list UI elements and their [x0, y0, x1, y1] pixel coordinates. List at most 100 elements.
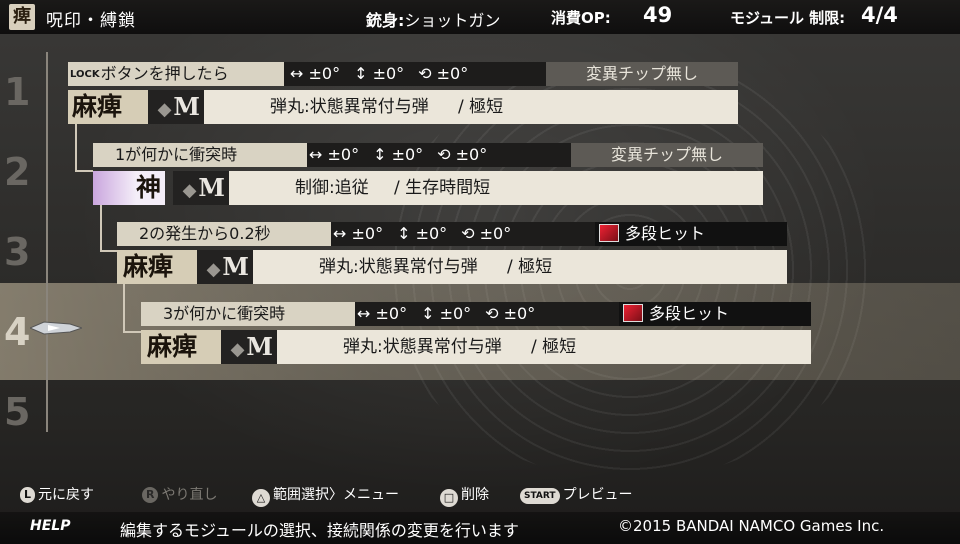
module-row-2[interactable]: 1が何かに衝突時 ↔ ±0° ↕ ±0° ⟲ ±0° 変異チップ無し 神 ◆M 制御… [93, 143, 763, 205]
bullet-type: 弾丸:状態異常付与弾 [319, 257, 478, 277]
l-button-icon: L [20, 487, 36, 503]
start-button-icon: START [520, 488, 560, 504]
mutation-chip[interactable]: 多段ヒット [619, 302, 811, 326]
bullet-grade: ◆M [173, 171, 229, 205]
horizontal-angle: ↔ ±0° [309, 145, 360, 164]
multi-hit-chip-icon [599, 224, 619, 242]
triangle-button-icon: △ [252, 489, 270, 507]
row-number-5[interactable]: 5 [4, 390, 30, 434]
hint-delete-label: 削除 [461, 487, 489, 503]
module-limit-label: モジュール 制限: [730, 9, 846, 27]
bullet-name: 神 [93, 171, 165, 205]
page-title: 呪印・縛鎖 [46, 11, 136, 31]
bullet-type: 制御:追従 [295, 178, 369, 198]
bullet-range: / 極短 [507, 257, 553, 277]
row-number-1[interactable]: 1 [4, 70, 30, 114]
connector-2-3-h [100, 250, 118, 252]
connector-3-4 [123, 281, 125, 333]
mutation-chip[interactable]: 変異チップ無し [546, 62, 738, 86]
trigger-condition[interactable]: 3が何かに衝突時 [141, 302, 355, 326]
r-button-icon: R [142, 487, 159, 503]
hint-preview[interactable]: START プレビュー [520, 484, 633, 504]
diamond-icon: ◆ [182, 180, 197, 201]
help-text: 編集するモジュールの選択、接続関係の変更を行います [120, 521, 519, 540]
horizontal-angle: ↔ ±0° [333, 224, 384, 243]
bullet-name: 麻痺 [117, 250, 199, 284]
connector-3-4-h [123, 331, 141, 333]
mutation-chip[interactable]: 変異チップ無し [571, 143, 763, 167]
bullet-grade: ◆M [197, 250, 253, 284]
connector-1-2-h [75, 170, 93, 172]
copyright: ©2015 BANDAI NAMCO Games Inc. [618, 517, 885, 535]
weapon-info: 銃身:ショットガン [366, 7, 500, 31]
trigger-condition[interactable]: 1が何かに衝突時 [93, 143, 307, 167]
vertical-angle: ↕ ±0° [354, 64, 405, 83]
trigger-condition[interactable]: 2の発生から0.2秒 [117, 222, 331, 246]
grade-letter: M [222, 252, 249, 281]
hint-undo-label: 元に戻す [38, 487, 95, 503]
row-rail [46, 52, 48, 432]
chip-label: 多段ヒット [649, 304, 730, 323]
rotation-angle: ⟲ ±0° [437, 145, 488, 164]
diamond-icon: ◆ [157, 99, 172, 120]
multi-hit-chip-icon [623, 304, 643, 322]
angle-settings[interactable]: ↔ ±0° ↕ ±0° ⟲ ±0° [355, 302, 619, 326]
row-number-2[interactable]: 2 [4, 150, 30, 194]
weapon-label: 銃身: [366, 11, 405, 30]
vertical-angle: ↕ ±0° [373, 145, 424, 164]
bullet-type: 弾丸:状態異常付与弾 [270, 97, 429, 117]
grade-letter: M [198, 173, 225, 202]
diamond-icon: ◆ [206, 259, 221, 280]
bullet-module[interactable]: 神 ◆M 制御:追従 / 生存時間短 [93, 171, 763, 205]
bullet-type: 弾丸:状態異常付与弾 [343, 337, 502, 357]
bullet-name: 麻痺 [68, 90, 148, 124]
angle-settings[interactable]: ↔ ±0° ↕ ±0° ⟲ ±0° [284, 62, 546, 86]
module-row-4[interactable]: 3が何かに衝突時 ↔ ±0° ↕ ±0° ⟲ ±0° 多段ヒット 麻痺 ◆M 弾丸:… [141, 302, 811, 364]
bullet-module[interactable]: 麻痺 ◆M 弾丸:状態異常付与弾 / 極短 [117, 250, 787, 284]
header-bar: 痺 呪印・縛鎖 銃身:ショットガン 消費OP: 49 モジュール 制限: 4/4 [0, 0, 960, 34]
hint-preview-label: プレビュー [562, 487, 633, 503]
connector-2-3 [100, 200, 102, 252]
help-label: HELP [30, 518, 71, 534]
bullet-module[interactable]: 麻痺 ◆M 弾丸:状態異常付与弾 / 極短 [68, 90, 738, 124]
module-row-1[interactable]: LOCKボタンを押したら ↔ ±0° ↕ ±0° ⟲ ±0° 変異チップ無し 麻痺 … [68, 62, 738, 124]
bullet-range: / 極短 [531, 337, 577, 357]
bullet-range: / 極短 [458, 97, 504, 117]
bullet-module[interactable]: 麻痺 ◆M 弾丸:状態異常付与弾 / 極短 [141, 330, 811, 364]
bullet-name: 麻痺 [141, 330, 223, 364]
bullet-description: 弾丸:状態異常付与弾 / 極短 [204, 90, 738, 124]
vertical-angle: ↕ ±0° [421, 304, 472, 323]
hint-range-select[interactable]: △ 範囲選択〉メニュー [252, 484, 399, 507]
angle-settings[interactable]: ↔ ±0° ↕ ±0° ⟲ ±0° [331, 222, 595, 246]
op-cost-value: 49 [643, 3, 673, 27]
help-bar: HELP 編集するモジュールの選択、接続関係の変更を行います ©2015 BAN… [0, 512, 960, 544]
hint-redo-label: やり直し [161, 487, 218, 503]
weapon-value: ショットガン [404, 11, 501, 30]
bullet-description: 制御:追従 / 生存時間短 [229, 171, 763, 205]
rotation-angle: ⟲ ±0° [418, 64, 469, 83]
bullet-description: 弾丸:状態異常付与弾 / 極短 [277, 330, 811, 364]
op-cost-label: 消費OP: [551, 9, 611, 27]
bullet-grade: ◆M [221, 330, 277, 364]
rotation-angle: ⟲ ±0° [485, 304, 536, 323]
lock-button-icon: LOCK [70, 69, 100, 80]
vertical-angle: ↕ ±0° [397, 224, 448, 243]
bullet-range: / 生存時間短 [394, 178, 491, 198]
bullet-description: 弾丸:状態異常付与弾 / 極短 [253, 250, 787, 284]
module-row-3[interactable]: 2の発生から0.2秒 ↔ ±0° ↕ ±0° ⟲ ±0° 多段ヒット 麻痺 ◆M 弾… [117, 222, 787, 284]
hint-delete[interactable]: □ 削除 [440, 484, 489, 507]
grade-letter: M [246, 332, 273, 361]
diamond-icon: ◆ [230, 339, 245, 360]
row-number-3[interactable]: 3 [4, 230, 30, 274]
grade-letter: M [173, 92, 200, 121]
trigger-condition[interactable]: LOCKボタンを押したら [68, 62, 284, 86]
row-number-4[interactable]: 4 [4, 310, 30, 354]
horizontal-angle: ↔ ±0° [357, 304, 408, 323]
mutation-chip[interactable]: 多段ヒット [595, 222, 787, 246]
hint-range-label: 範囲選択〉メニュー [273, 487, 399, 503]
horizontal-angle: ↔ ±0° [290, 64, 341, 83]
angle-settings[interactable]: ↔ ±0° ↕ ±0° ⟲ ±0° [307, 143, 571, 167]
selection-cursor-icon [30, 321, 82, 335]
hint-undo[interactable]: L 元に戻す [20, 484, 94, 504]
bullet-grade: ◆M [148, 90, 204, 124]
